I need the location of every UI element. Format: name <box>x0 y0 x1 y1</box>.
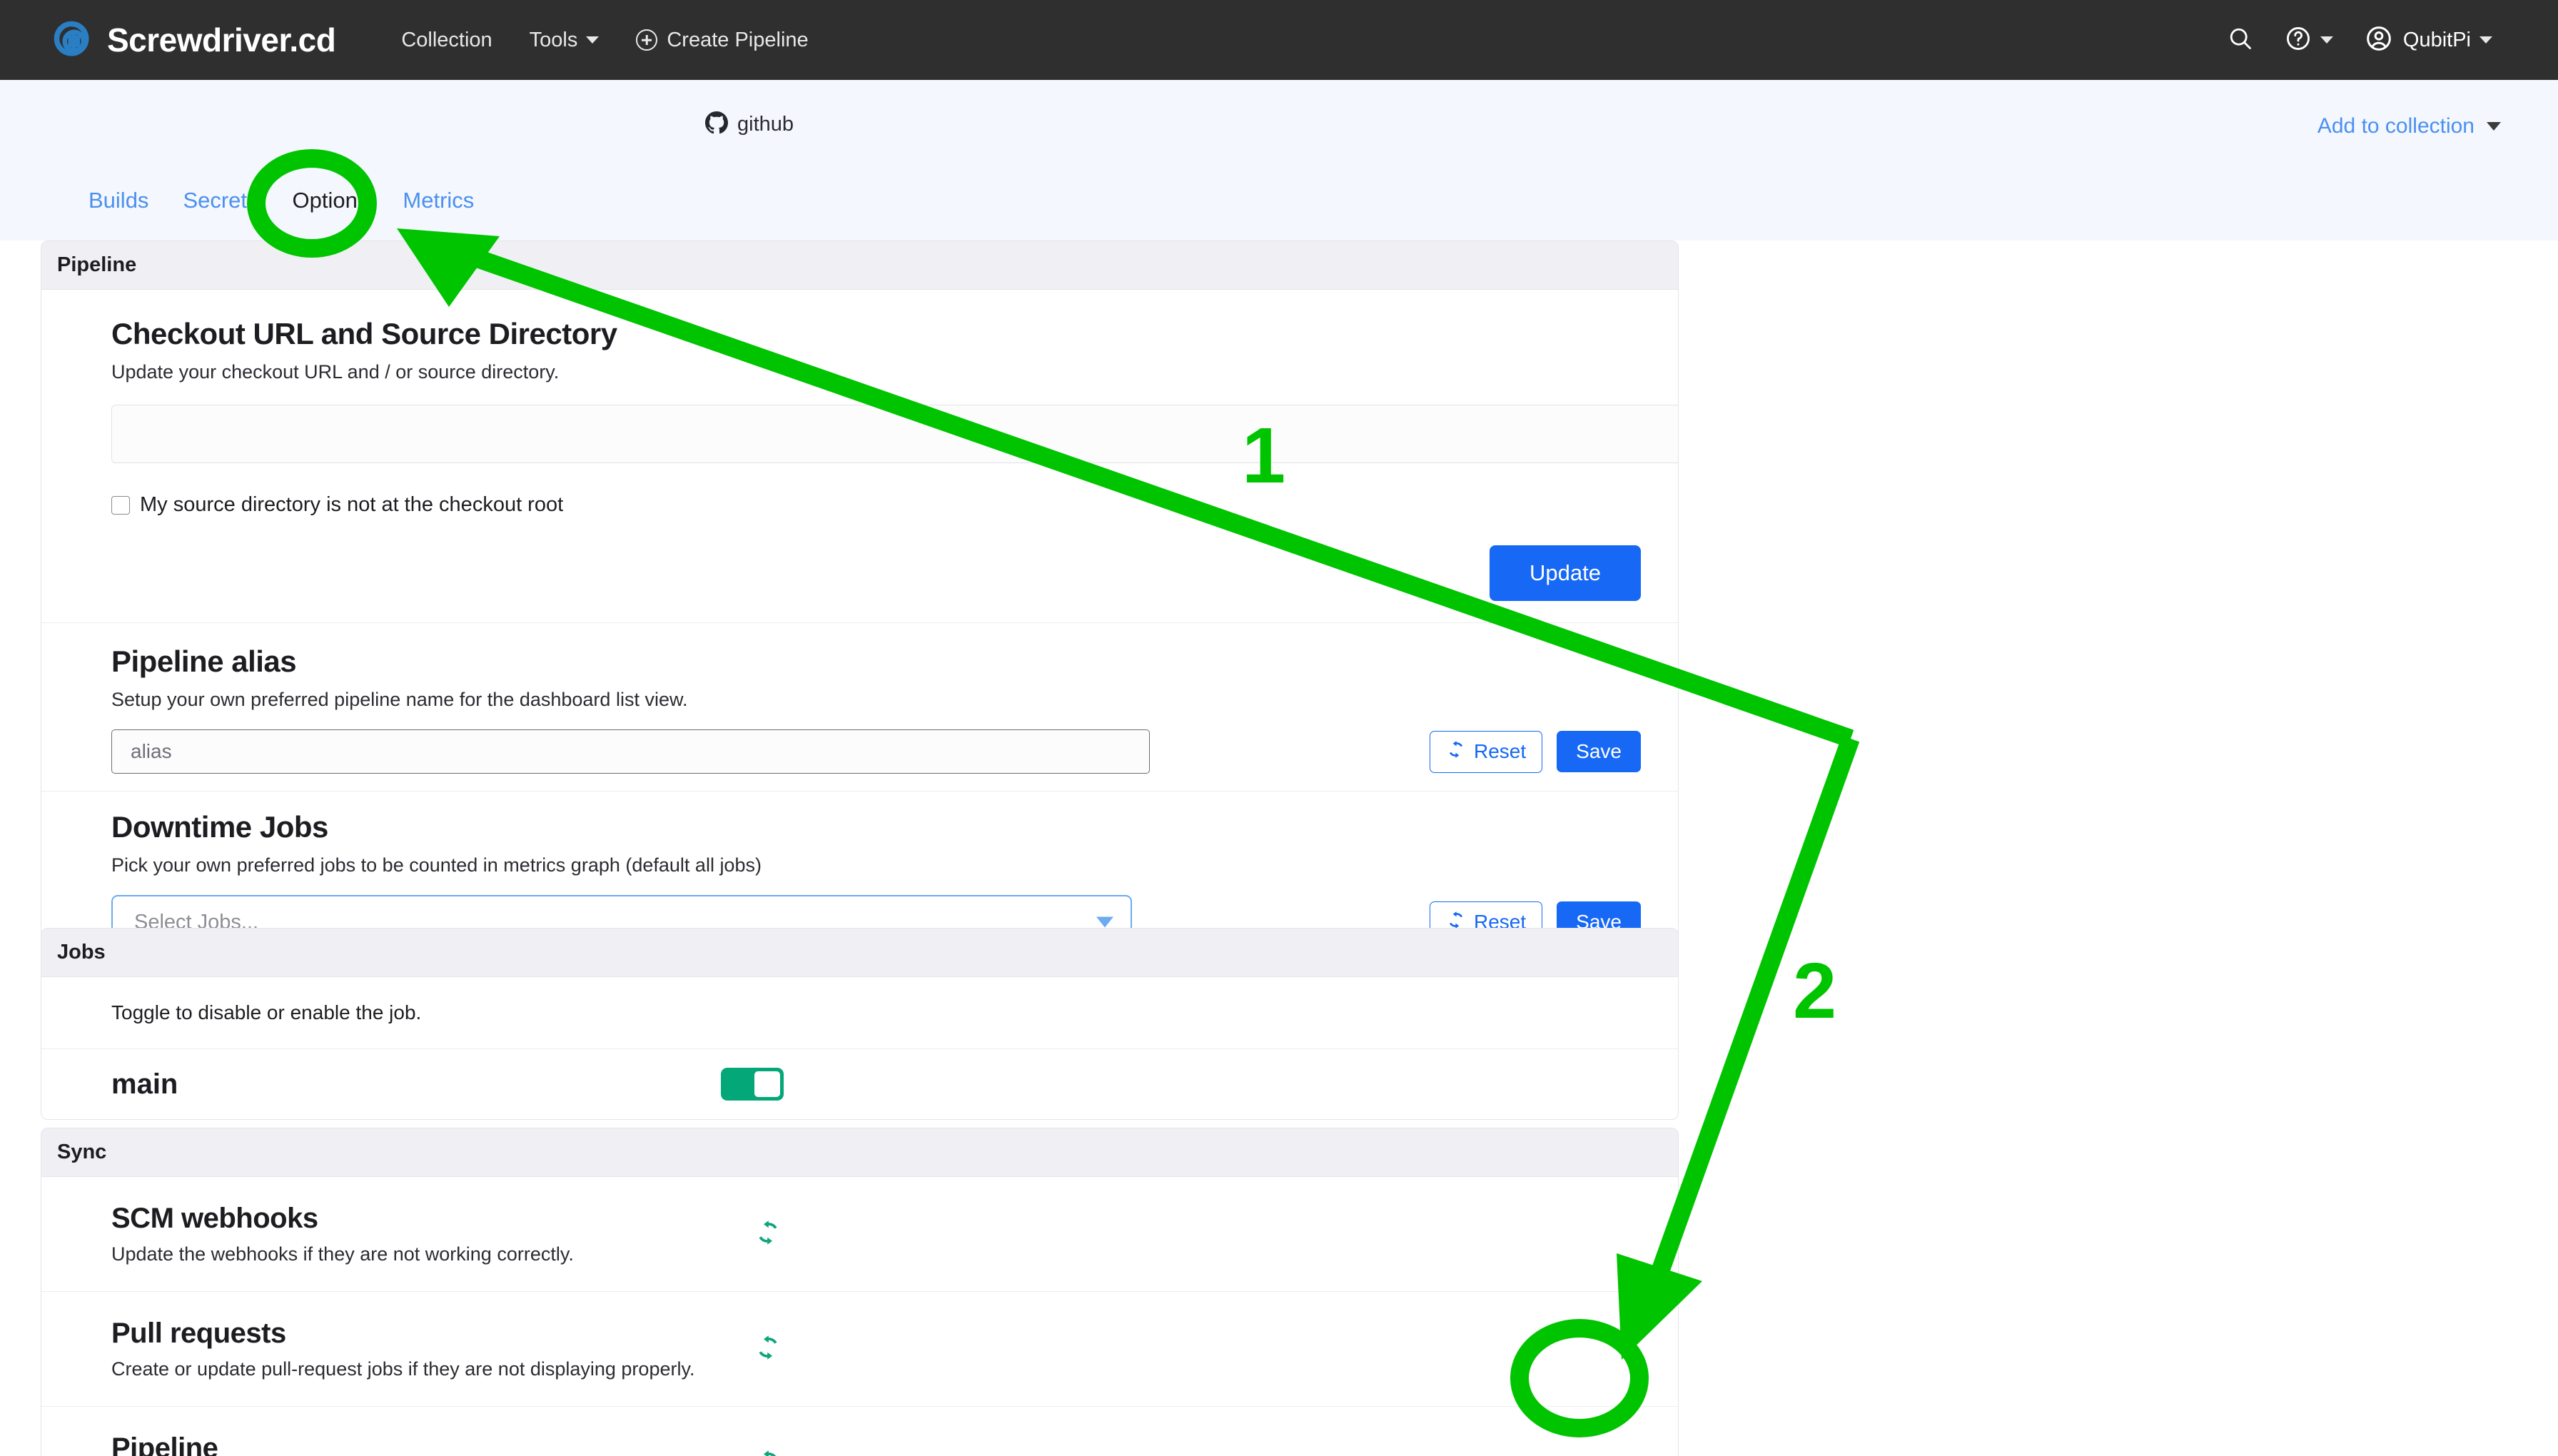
alias-input[interactable]: alias <box>111 729 1150 774</box>
tab-builds[interactable]: Builds <box>71 182 166 219</box>
nav-link-create-pipeline-label: Create Pipeline <box>667 28 809 51</box>
job-enable-toggle[interactable] <box>721 1068 784 1101</box>
annotation-step-2: 2 <box>1793 947 1837 1035</box>
table-row: main <box>41 1048 1678 1119</box>
tab-options[interactable]: Options <box>275 182 386 219</box>
sync-title: Pull requests <box>111 1318 286 1349</box>
downtime-description: Pick your own preferred jobs to be count… <box>111 854 762 876</box>
search-button[interactable] <box>2212 19 2269 62</box>
checkout-actions: Update <box>111 545 1641 601</box>
nav-link-create-pipeline[interactable]: Create Pipeline <box>617 21 826 59</box>
sync-description: Create or update pull-request jobs if th… <box>111 1358 695 1380</box>
screwdriver-logo-icon <box>51 19 94 61</box>
help-menu[interactable] <box>2269 18 2349 63</box>
jobs-card-header: Jobs <box>41 929 1678 977</box>
source-directory-checkbox-label: My source directory is not at the checko… <box>140 493 564 516</box>
repo-name: github <box>737 113 794 136</box>
nav-link-tools[interactable]: Tools <box>511 21 618 59</box>
question-circle-icon <box>2285 25 2312 56</box>
caret-down-icon <box>2487 122 2501 131</box>
alias-save-button[interactable]: Save <box>1557 731 1641 772</box>
tab-builds-label: Builds <box>89 188 149 213</box>
checkout-title: Checkout URL and Source Directory <box>111 317 617 350</box>
sync-row-text: Pipeline Update jobs if they are not dis… <box>111 1432 506 1456</box>
nav-right: QubitPi <box>2212 17 2508 64</box>
pipeline-card: Pipeline Checkout URL and Source Directo… <box>41 241 1679 974</box>
top-navbar: Screwdriver.cd Collection Tools Create P… <box>0 0 2558 80</box>
sync-row-text: SCM webhooks Update the webhooks if they… <box>111 1203 574 1265</box>
source-directory-checkbox[interactable] <box>111 495 130 515</box>
chevron-down-icon <box>586 36 600 44</box>
sync-card-header: Sync <box>41 1128 1678 1177</box>
caret-down-icon <box>1096 916 1113 928</box>
alias-field-row: alias Reset Save <box>111 729 1641 774</box>
sync-title: SCM webhooks <box>111 1203 318 1234</box>
job-name: main <box>111 1068 178 1100</box>
downtime-title: Downtime Jobs <box>111 810 328 844</box>
alias-reset-label: Reset <box>1474 740 1527 762</box>
tab-secrets[interactable]: Secrets <box>166 182 275 219</box>
alias-description: Setup your own preferred pipeline name f… <box>111 689 688 710</box>
plus-circle-icon <box>636 29 658 51</box>
github-icon <box>705 111 728 138</box>
sync-icon[interactable] <box>754 1449 782 1456</box>
page-root: Screwdriver.cd Collection Tools Create P… <box>0 0 2558 1456</box>
sync-title: Pipeline <box>111 1432 218 1456</box>
sync-row-pull-requests: Pull requests Create or update pull-requ… <box>41 1291 1678 1406</box>
chevron-down-icon <box>2479 36 2492 44</box>
add-to-collection-label: Add to collection <box>2317 114 2474 138</box>
alias-title: Pipeline alias <box>111 644 297 678</box>
pipeline-tabs: Builds Secrets Options Metrics <box>71 182 491 219</box>
update-button[interactable]: Update <box>1490 545 1641 601</box>
tab-metrics-label: Metrics <box>403 188 475 213</box>
add-to-collection-dropdown[interactable]: Add to collection <box>2317 114 2501 138</box>
sync-row-text: Pull requests Create or update pull-requ… <box>111 1318 694 1380</box>
pipeline-card-header: Pipeline <box>41 241 1678 290</box>
sync-icon[interactable] <box>754 1219 782 1250</box>
user-circle-icon <box>2365 24 2393 56</box>
nav-link-collection-label: Collection <box>401 28 492 51</box>
nav-link-collection[interactable]: Collection <box>383 21 510 59</box>
sync-icon <box>1446 739 1466 764</box>
alias-section: Pipeline alias Setup your own preferred … <box>41 623 1678 791</box>
brand-name: Screwdriver.cd <box>107 21 336 59</box>
toggle-knob <box>753 1070 782 1098</box>
nav-link-tools-label: Tools <box>529 28 578 51</box>
source-directory-checkbox-row[interactable]: My source directory is not at the checko… <box>111 493 1641 517</box>
alias-reset-button[interactable]: Reset <box>1430 730 1543 773</box>
tab-metrics[interactable]: Metrics <box>385 182 491 219</box>
chevron-down-icon <box>2320 36 2333 44</box>
checkout-description: Update your checkout URL and / or source… <box>111 361 560 383</box>
jobs-card: Jobs Toggle to disable or enable the job… <box>41 928 1679 1120</box>
annotation-step-1: 1 <box>1242 412 1286 500</box>
sync-row-pipeline: Pipeline Update jobs if they are not dis… <box>41 1406 1678 1456</box>
checkout-url-input[interactable] <box>111 405 1678 463</box>
jobs-description: Toggle to disable or enable the job. <box>111 1001 422 1023</box>
user-menu[interactable]: QubitPi <box>2349 17 2508 64</box>
user-name: QubitPi <box>2402 28 2471 51</box>
sync-description: Update the webhooks if they are not work… <box>111 1243 574 1265</box>
sync-row-scm-webhooks: SCM webhooks Update the webhooks if they… <box>41 1177 1678 1291</box>
breadcrumb: github <box>705 111 794 138</box>
tab-secrets-label: Secrets <box>183 188 258 213</box>
pipeline-card-body: Checkout URL and Source Directory Update… <box>41 290 1678 974</box>
search-icon <box>2228 26 2253 55</box>
checkout-section: Checkout URL and Source Directory Update… <box>41 290 1678 622</box>
tab-options-label: Options <box>292 188 369 213</box>
sync-icon[interactable] <box>754 1334 782 1365</box>
brand[interactable]: Screwdriver.cd <box>51 19 336 61</box>
nav-links: Collection Tools Create Pipeline <box>383 21 826 59</box>
sync-card: Sync SCM webhooks Update the webhooks if… <box>41 1128 1679 1456</box>
